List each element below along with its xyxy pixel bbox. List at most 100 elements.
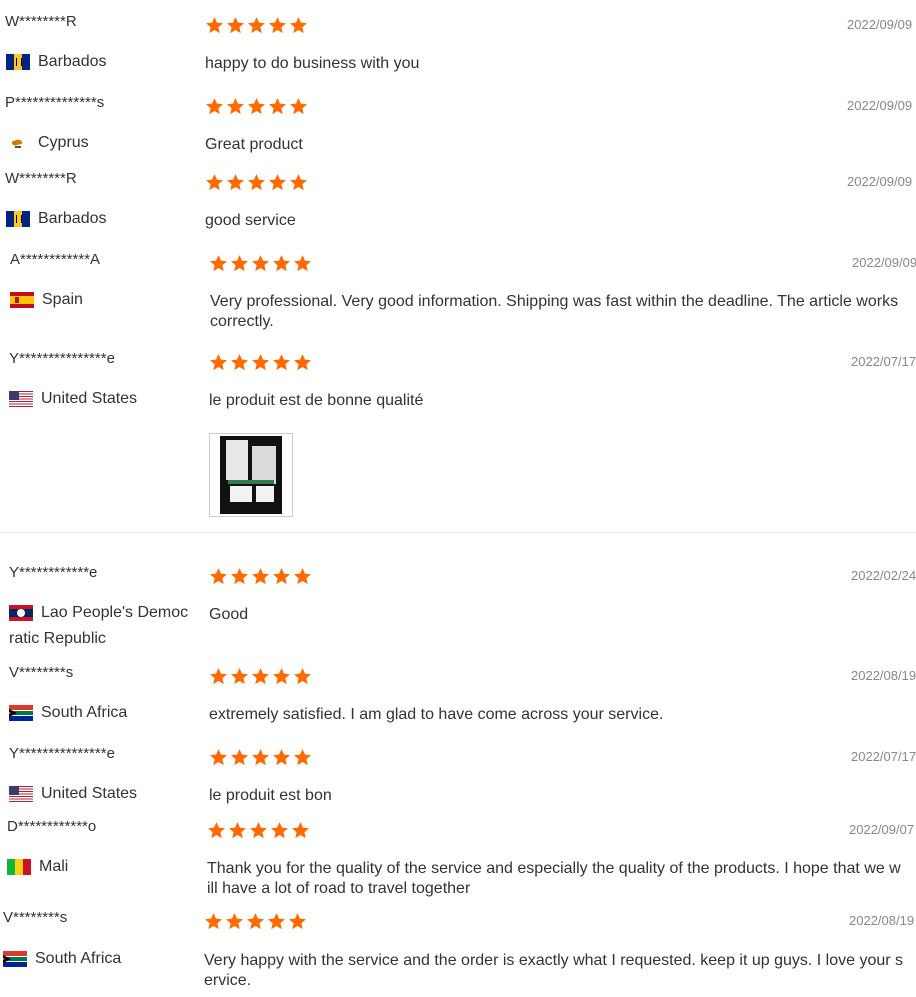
country-name: United States: [41, 390, 138, 407]
star-icon: [293, 748, 312, 767]
barbados-flag-icon: [6, 211, 30, 227]
star-icon: [246, 912, 265, 931]
rating-stars: [209, 353, 314, 372]
reviewer-name: A************A: [10, 251, 101, 268]
star-icon: [226, 173, 245, 192]
product-photo: [220, 436, 282, 514]
country-name: United States: [41, 785, 138, 802]
rating-stars: [209, 748, 314, 767]
reviewer-name: V********s: [9, 664, 74, 681]
review-date: 2022/09/07: [849, 822, 915, 837]
star-icon: [230, 748, 249, 767]
review-text: extremely satisfied. I am glad to have c…: [209, 706, 664, 723]
rating-stars: [205, 97, 310, 116]
rating-stars: [209, 254, 314, 273]
review-date: 2022/09/09: [852, 255, 916, 270]
reviewer-name: W********R: [5, 13, 77, 30]
star-icon: [293, 567, 312, 586]
star-icon: [247, 97, 266, 116]
star-icon: [270, 821, 289, 840]
review-photo-thumbnail[interactable]: [209, 433, 293, 517]
reviewer-name: P**************s: [5, 94, 105, 111]
country-name: Cyprus: [38, 134, 89, 151]
reviewer-country: Spain: [10, 291, 83, 309]
review-text: Very professional. Very good information…: [210, 293, 899, 330]
review-date: 2022/09/09: [847, 17, 913, 32]
star-icon: [209, 353, 228, 372]
rating-stars: [209, 567, 314, 586]
review-text: good service: [205, 212, 296, 229]
rating-stars: [205, 16, 310, 35]
review-text: le produit est de bonne qualité: [209, 392, 424, 409]
reviewer-country: Barbados: [6, 53, 107, 71]
review-text: Thank you for the quality of the service…: [207, 860, 901, 897]
review-text: happy to do business with you: [205, 55, 420, 72]
star-icon: [228, 821, 247, 840]
reviewer-name: V********s: [3, 909, 68, 926]
country-name: Barbados: [38, 210, 107, 227]
star-icon: [230, 667, 249, 686]
star-icon: [272, 667, 291, 686]
laos-flag-icon: [9, 605, 33, 621]
review-date: 2022/08/19: [851, 668, 916, 683]
south-africa-flag-icon: [9, 705, 33, 721]
star-icon: [291, 821, 310, 840]
star-icon: [207, 821, 226, 840]
country-name: Spain: [42, 291, 83, 308]
review-date: 2022/08/19: [849, 913, 915, 928]
star-icon: [268, 173, 287, 192]
rating-stars: [205, 173, 310, 192]
reviewer-country: United States: [9, 785, 137, 803]
star-icon: [251, 667, 270, 686]
star-icon: [225, 912, 244, 931]
reviewer-country: South Africa: [3, 950, 121, 968]
reviewer-country: South Africa: [9, 704, 127, 722]
star-icon: [247, 16, 266, 35]
star-icon: [204, 912, 223, 931]
star-icon: [209, 254, 228, 273]
star-icon: [251, 254, 270, 273]
star-icon: [226, 97, 245, 116]
star-icon: [230, 254, 249, 273]
star-icon: [289, 16, 308, 35]
reviewer-country: United States: [9, 390, 137, 408]
usa-flag-icon: [9, 391, 33, 407]
star-icon: [267, 912, 286, 931]
review-date: 2022/02/24: [851, 568, 916, 583]
star-icon: [226, 16, 245, 35]
star-icon: [205, 173, 224, 192]
star-icon: [230, 567, 249, 586]
star-icon: [230, 353, 249, 372]
star-icon: [272, 353, 291, 372]
star-icon: [209, 748, 228, 767]
country-name: Mali: [39, 858, 69, 875]
country-name: South Africa: [41, 704, 128, 721]
star-icon: [293, 667, 312, 686]
star-icon: [205, 16, 224, 35]
star-icon: [205, 97, 224, 116]
review-text: Good: [209, 606, 249, 623]
review-date: 2022/09/09: [847, 174, 913, 189]
star-icon: [289, 97, 308, 116]
south-africa-flag-icon: [3, 951, 27, 967]
star-icon: [293, 353, 312, 372]
review-date: 2022/07/17: [851, 749, 916, 764]
reviewer-name: Y***************e: [9, 745, 115, 762]
country-name: Barbados: [38, 53, 107, 70]
review-text: Great product: [205, 136, 303, 153]
reviewer-name: Y************e: [9, 564, 98, 581]
star-icon: [209, 667, 228, 686]
country-name-line2: ratic Republic: [9, 630, 106, 647]
star-icon: [249, 821, 268, 840]
star-icon: [268, 97, 287, 116]
star-icon: [272, 748, 291, 767]
country-name-line1: Lao People's Democ: [41, 604, 189, 621]
reviewer-country: Mali: [7, 858, 68, 876]
rating-stars: [209, 667, 314, 686]
star-icon: [293, 254, 312, 273]
reviewer-country: Barbados: [6, 210, 107, 228]
star-icon: [272, 567, 291, 586]
review-date: 2022/09/09: [847, 98, 913, 113]
review-date: 2022/07/17: [851, 354, 916, 369]
star-icon: [272, 254, 291, 273]
